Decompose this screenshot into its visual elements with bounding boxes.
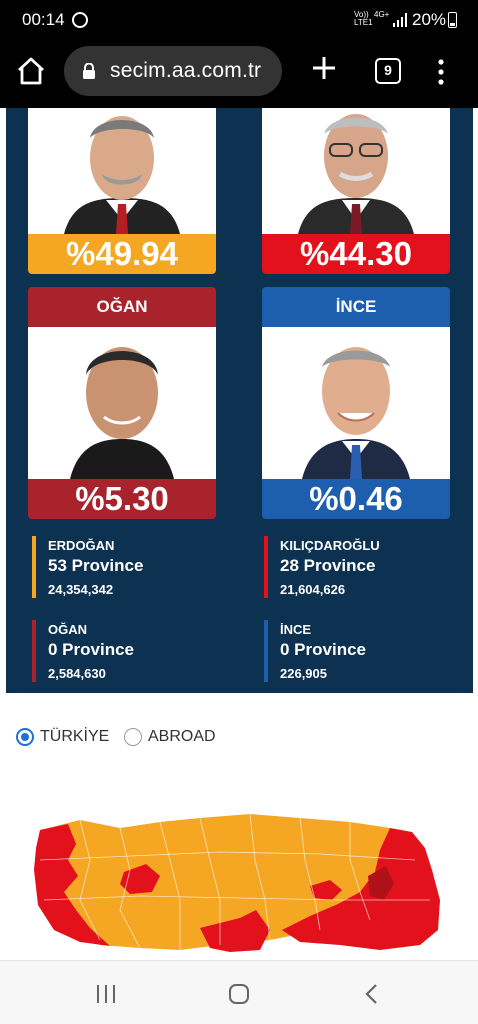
radio-label-turkiye[interactable]: TÜRKİYE	[40, 728, 109, 746]
candidate-percent: %0.46	[262, 479, 450, 519]
candidate-photo-ogan	[28, 327, 216, 479]
stat-candidate-name: OĞAN	[48, 622, 87, 637]
stat-votes: 24,354,342	[48, 582, 114, 597]
home-icon[interactable]	[16, 56, 46, 86]
more-menu-icon[interactable]	[433, 58, 449, 86]
status-bar: 00:14 Vo)) LTE1 4G+ 20%	[0, 0, 478, 40]
new-tab-icon[interactable]	[310, 54, 338, 82]
stat-provinces: 53 Province	[48, 556, 144, 575]
candidate-name: OĞAN	[28, 287, 216, 327]
candidate-name: İNCE	[262, 287, 450, 327]
candidate-photo-erdogan	[28, 108, 216, 234]
province-stat-ogan: OĞAN 0 Province 2,584,630	[32, 620, 232, 686]
recent-apps-icon[interactable]	[96, 985, 116, 1003]
stat-color-bar	[32, 536, 36, 598]
stat-candidate-name: İNCE	[280, 622, 312, 637]
region-toggle: TÜRKİYE ABROAD	[0, 722, 478, 752]
tab-switcher-button[interactable]: 9	[375, 58, 401, 84]
network-type: 4G+	[374, 10, 390, 19]
system-nav-bar	[0, 960, 478, 1024]
province-stat-erdogan: ERDOĞAN 53 Province 24,354,342	[32, 536, 232, 602]
portrait-image	[262, 327, 450, 479]
stat-votes: 21,604,626	[280, 582, 346, 597]
candidate-percent: %49.94	[28, 234, 216, 274]
lock-icon	[83, 63, 95, 79]
candidate-photo-kilicdaroglu	[262, 108, 450, 234]
back-icon[interactable]	[364, 983, 378, 1005]
sync-icon	[72, 12, 88, 28]
province-stat-kilicdaroglu: KILIÇDAROĞLU 28 Province 21,604,626	[264, 536, 464, 602]
radio-abroad[interactable]	[124, 728, 142, 746]
stat-provinces: 0 Province	[48, 640, 134, 659]
candidate-card-erdogan[interactable]: %49.94	[28, 108, 216, 274]
portrait-image	[28, 327, 216, 479]
portrait-image	[28, 108, 216, 234]
battery-percent: 20%	[412, 10, 447, 29]
candidate-card-ogan[interactable]: OĞAN %5.30	[28, 287, 216, 519]
volte-indicator: Vo)) LTE1	[354, 10, 373, 27]
stat-provinces: 28 Province	[280, 556, 376, 575]
stat-votes: 2,584,630	[48, 666, 106, 681]
turkey-results-map[interactable]	[20, 800, 460, 965]
home-button-icon[interactable]	[228, 983, 250, 1005]
results-panel: %49.94 %44.30 OĞAN %5.30 İNCE %0.46 ERDO…	[6, 108, 473, 693]
radio-turkiye[interactable]	[16, 728, 34, 746]
candidate-percent: %5.30	[28, 479, 216, 519]
stat-votes: 226,905	[280, 666, 327, 681]
url-text: secim.aa.com.tr	[110, 59, 262, 82]
stat-candidate-name: ERDOĞAN	[48, 538, 115, 553]
candidate-card-ince[interactable]: İNCE %0.46	[262, 287, 450, 519]
province-stat-ince: İNCE 0 Province 226,905	[264, 620, 464, 686]
status-time: 00:14	[22, 10, 65, 29]
candidate-photo-ince	[262, 327, 450, 479]
candidate-card-kilicdaroglu[interactable]: %44.30	[262, 108, 450, 274]
stat-color-bar	[264, 620, 268, 682]
candidate-percent: %44.30	[262, 234, 450, 274]
signal-icon	[393, 13, 407, 27]
radio-label-abroad[interactable]: ABROAD	[148, 728, 216, 746]
stat-provinces: 0 Province	[280, 640, 366, 659]
stat-color-bar	[264, 536, 268, 598]
browser-toolbar: secim.aa.com.tr 9	[0, 40, 478, 108]
address-bar[interactable]: secim.aa.com.tr	[64, 46, 282, 96]
battery-icon	[448, 12, 457, 28]
portrait-image	[262, 108, 450, 234]
stat-candidate-name: KILIÇDAROĞLU	[280, 538, 380, 553]
stat-color-bar	[32, 620, 36, 682]
phone-screen: 00:14 Vo)) LTE1 4G+ 20% secim.aa.com.tr	[0, 0, 478, 1024]
